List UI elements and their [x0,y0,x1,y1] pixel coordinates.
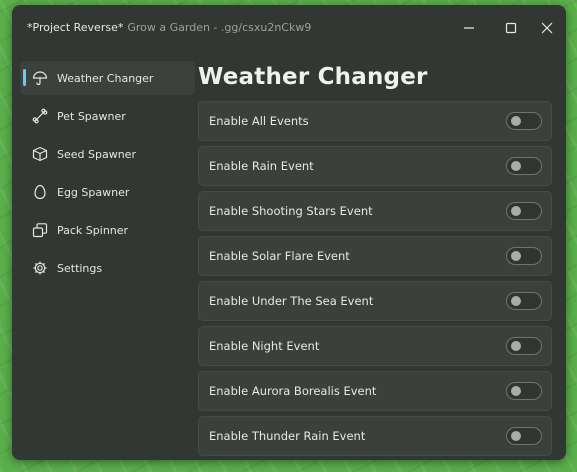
enable-shooting-stars-event-toggle[interactable] [506,202,542,220]
minimize-button[interactable] [458,17,480,39]
maximize-icon [505,22,517,34]
toggle-knob [511,206,521,216]
enable-night-event-toggle[interactable] [506,337,542,355]
title-bar[interactable]: *Project Reverse* Grow a Garden - .gg/csx… [12,5,566,51]
gear-icon [32,260,48,276]
toggle-knob [511,431,521,441]
toggle-row-thunder-rain-event[interactable]: Enable Thunder Rain Event [198,416,552,456]
box-icon [32,146,48,162]
toggle-knob [511,251,521,261]
enable-thunder-rain-event-toggle[interactable] [506,427,542,445]
sidebar-item-label: Pet Spawner [57,109,126,123]
toggle-label: Enable Night Event [209,339,320,353]
toggle-label: Enable Solar Flare Event [209,249,350,263]
toggle-knob [511,116,521,126]
toggle-label: Enable Rain Event [209,159,314,173]
toggle-label: Enable All Events [209,114,309,128]
toggle-label: Enable Under The Sea Event [209,294,374,308]
window-title: *Project Reverse* Grow a Garden - .gg/csx… [27,21,311,34]
toggle-row-rain-event[interactable]: Enable Rain Event [198,146,552,186]
close-icon [541,22,553,34]
toggle-list: Enable All Events Enable Rain Event Enab… [198,101,552,460]
window-title-subtitle: Grow a Garden - .gg/csxu2nCkw9 [127,21,312,34]
pack-icon [32,222,48,238]
toggle-knob [511,296,521,306]
enable-all-events-toggle[interactable] [506,112,542,130]
sidebar-item-weather-changer[interactable]: Weather Changer [20,61,195,95]
window-title-main: *Project Reverse* [27,21,124,34]
sidebar-item-pet-spawner[interactable]: Pet Spawner [20,99,195,133]
umbrella-icon [32,70,48,86]
toggle-row-solar-flare-event[interactable]: Enable Solar Flare Event [198,236,552,276]
sidebar: Weather Changer Pet Spawner Seed Spawner… [20,61,195,289]
toggle-knob [511,341,521,351]
app-window: *Project Reverse* Grow a Garden - .gg/csx… [12,5,566,460]
toggle-label: Enable Thunder Rain Event [209,429,366,443]
sidebar-item-pack-spinner[interactable]: Pack Spinner [20,213,195,247]
maximize-button[interactable] [500,17,522,39]
minimize-icon [464,27,474,29]
toggle-knob [511,161,521,171]
toggle-row-night-event[interactable]: Enable Night Event [198,326,552,366]
sidebar-item-label: Settings [57,261,103,275]
enable-solar-flare-event-toggle[interactable] [506,247,542,265]
sidebar-item-egg-spawner[interactable]: Egg Spawner [20,175,195,209]
toggle-row-aurora-borealis-event[interactable]: Enable Aurora Borealis Event [198,371,552,411]
toggle-knob [511,386,521,396]
toggle-row-shooting-stars-event[interactable]: Enable Shooting Stars Event [198,191,552,231]
toggle-row-all-events[interactable]: Enable All Events [198,101,552,141]
toggle-row-under-the-sea-event[interactable]: Enable Under The Sea Event [198,281,552,321]
page-title: Weather Changer [198,64,428,90]
sidebar-item-settings[interactable]: Settings [20,251,195,285]
toggle-label: Enable Aurora Borealis Event [209,384,377,398]
sidebar-item-label: Pack Spinner [57,223,129,237]
egg-icon [32,184,48,200]
enable-under-the-sea-event-toggle[interactable] [506,292,542,310]
enable-rain-event-toggle[interactable] [506,157,542,175]
toggle-label: Enable Shooting Stars Event [209,204,373,218]
bone-icon [32,108,48,124]
sidebar-item-seed-spawner[interactable]: Seed Spawner [20,137,195,171]
sidebar-item-label: Seed Spawner [57,147,136,161]
sidebar-item-label: Weather Changer [57,71,154,85]
sidebar-item-label: Egg Spawner [57,185,130,199]
close-button[interactable] [536,17,558,39]
enable-aurora-borealis-event-toggle[interactable] [506,382,542,400]
